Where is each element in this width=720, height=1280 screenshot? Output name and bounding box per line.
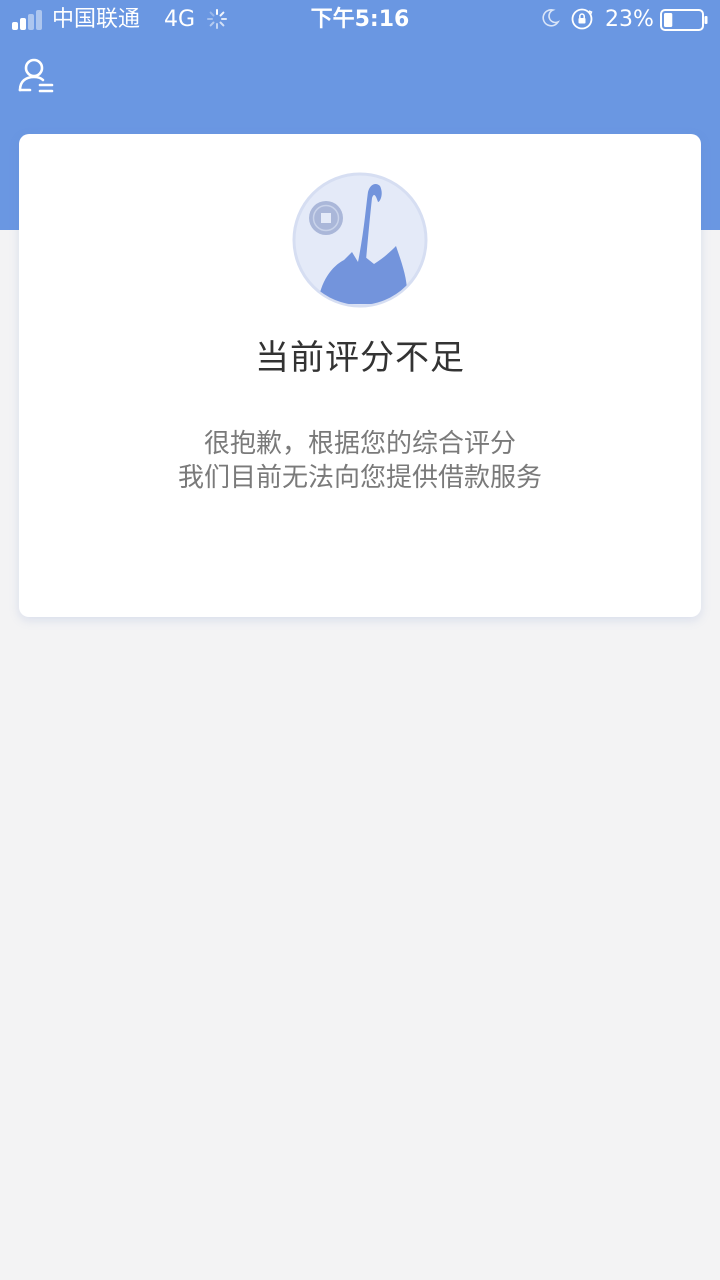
user-menu-icon[interactable]: [16, 56, 56, 96]
orientation-lock-icon: [571, 8, 593, 30]
moon-icon: [542, 9, 560, 27]
message-line-1: 很抱歉，根据您的综合评分: [203, 429, 516, 459]
battery-percent: 23%: [605, 7, 654, 32]
result-card: 当前评分不足 很抱歉，根据您的综合评分 我们目前无法向您提供借款服务: [19, 134, 701, 617]
status-bar: 中国联通 4G 下午5:16 23%: [0, 0, 720, 40]
card-message: 很抱歉，根据您的综合评分 我们目前无法向您提供借款服务: [19, 427, 701, 495]
message-line-2: 我们目前无法向您提供借款服务: [177, 463, 542, 493]
battery-icon: [660, 9, 708, 31]
card-title: 当前评分不足: [255, 338, 465, 378]
money-bag-illustration: [292, 172, 428, 308]
